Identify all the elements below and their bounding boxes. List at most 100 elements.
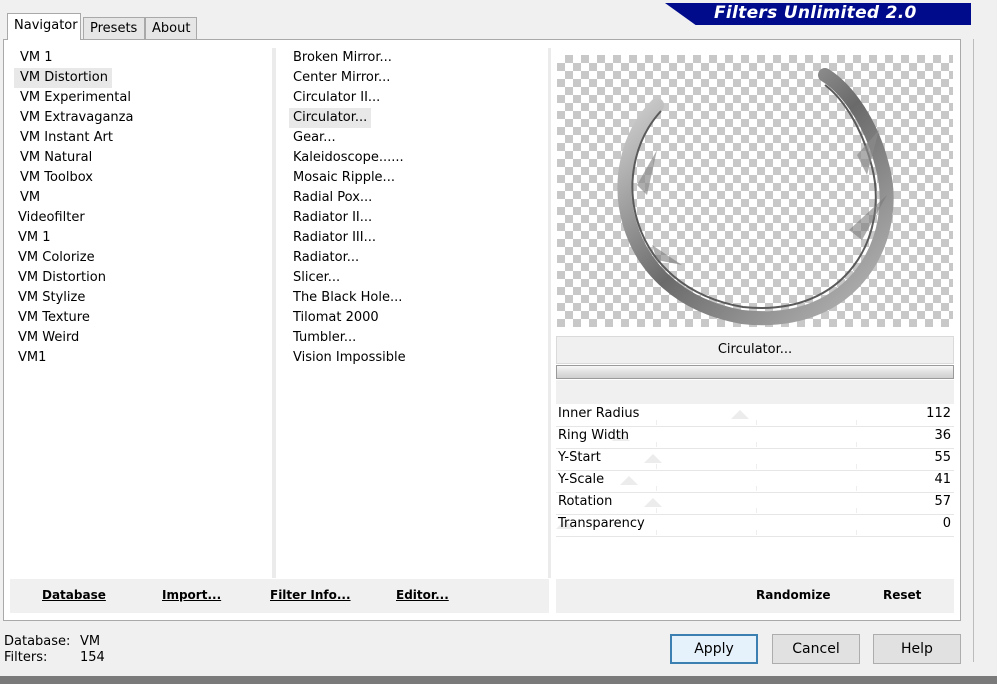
slider-tick — [856, 464, 857, 469]
apply-button[interactable]: Apply — [670, 634, 758, 664]
filter-item[interactable]: Tumbler... — [289, 328, 545, 348]
slider-tick — [656, 508, 657, 513]
filter-item[interactable]: Radial Pox... — [289, 188, 545, 208]
category-item[interactable]: VM Distortion — [14, 268, 270, 288]
filter-item[interactable]: Mosaic Ripple... — [289, 168, 545, 188]
param-row[interactable]: Inner Radius 112 — [556, 404, 954, 427]
param-value: 112 — [926, 406, 951, 421]
filter-item[interactable]: Circulator II... — [289, 88, 545, 108]
slider-tick — [756, 508, 757, 513]
category-item[interactable]: VM Instant Art — [14, 128, 270, 148]
database-status-label: Database: — [4, 634, 71, 649]
randomize-button[interactable]: Randomize — [756, 588, 830, 602]
param-name: Ring Width — [558, 428, 630, 443]
circulator-preview-image — [617, 68, 894, 326]
filter-item[interactable]: Kaleidoscope...... — [289, 148, 545, 168]
preview-canvas[interactable] — [557, 55, 953, 327]
param-value: 36 — [934, 428, 951, 443]
editor-button[interactable]: Editor... — [396, 588, 449, 602]
tab-about[interactable]: About — [145, 17, 197, 39]
filter-info-button[interactable]: Filter Info... — [270, 588, 351, 602]
slider-thumb[interactable] — [644, 498, 662, 507]
param-header-area — [556, 380, 954, 404]
filter-item[interactable]: The Black Hole... — [289, 288, 545, 308]
param-value: 41 — [934, 472, 951, 487]
slider-tick — [656, 530, 657, 535]
slider-thumb[interactable] — [644, 454, 662, 463]
tab-presets[interactable]: Presets — [83, 17, 145, 39]
progress-bar — [556, 365, 954, 379]
slider-tick — [856, 442, 857, 447]
param-row[interactable]: Ring Width 36 — [556, 426, 954, 449]
title-banner-text: Filters Unlimited 2.0 — [714, 3, 917, 23]
slider-tick — [756, 442, 757, 447]
category-item[interactable]: VM Stylize — [14, 288, 270, 308]
category-item[interactable]: VM Extravaganza — [14, 108, 270, 128]
param-row[interactable]: Transparency 0 — [556, 514, 954, 537]
slider-tick — [856, 486, 857, 491]
category-item[interactable]: VM1 — [14, 348, 270, 368]
category-item[interactable]: VM Experimental — [14, 88, 270, 108]
slider-tick — [856, 530, 857, 535]
slider-tick — [656, 486, 657, 491]
cancel-button[interactable]: Cancel — [772, 634, 860, 664]
category-list[interactable]: VM 1 VM Distortion VM Experimental VM Extra… — [14, 48, 270, 368]
window-edge — [961, 39, 974, 662]
panel-divider — [548, 48, 551, 578]
category-item[interactable]: VM — [14, 188, 270, 208]
ring-shape — [617, 68, 894, 326]
slider-thumb[interactable] — [731, 410, 749, 419]
category-item[interactable]: VM Colorize — [14, 248, 270, 268]
param-row[interactable]: Y-Start 55 — [556, 448, 954, 471]
param-value: 57 — [934, 494, 951, 509]
category-item[interactable]: VM 1 — [14, 228, 270, 248]
filter-item[interactable]: Center Mirror... — [289, 68, 545, 88]
slider-thumb[interactable] — [620, 476, 638, 485]
filter-list[interactable]: Broken Mirror... Center Mirror... Circulat… — [289, 48, 545, 368]
help-button[interactable]: Help — [873, 634, 961, 664]
slider-tick — [756, 530, 757, 535]
filter-item[interactable]: Radiator II... — [289, 208, 545, 228]
filter-item[interactable]: Broken Mirror... — [289, 48, 545, 68]
param-value: 0 — [942, 516, 951, 531]
param-name: Y-Scale — [558, 472, 605, 487]
filter-item[interactable]: Vision Impossible — [289, 348, 545, 368]
category-item[interactable]: VM Natural — [14, 148, 270, 168]
param-name: Inner Radius — [558, 406, 640, 421]
filters-count-value: 154 — [80, 650, 105, 665]
filter-item[interactable]: Tilomat 2000 — [289, 308, 545, 328]
category-item[interactable]: VM Texture — [14, 308, 270, 328]
category-item[interactable]: VM 1 — [14, 48, 270, 68]
background-strip — [0, 676, 997, 684]
category-item[interactable]: VM Toolbox — [14, 168, 270, 188]
tab-navigator[interactable]: Navigator — [7, 13, 81, 40]
import-button[interactable]: Import... — [162, 588, 221, 602]
slider-tick — [656, 420, 657, 425]
slider-tick — [756, 486, 757, 491]
slider-tick — [656, 442, 657, 447]
filter-item[interactable]: Radiator... — [289, 248, 545, 268]
param-name: Y-Start — [558, 450, 601, 465]
filter-item[interactable]: Gear... — [289, 128, 545, 148]
filter-name-label: Circulator... — [556, 336, 954, 364]
slider-tick — [756, 420, 757, 425]
category-item[interactable]: Videofilter — [14, 208, 270, 228]
ring-inner-edge — [631, 84, 877, 309]
list-divider[interactable] — [272, 48, 276, 578]
reset-button[interactable]: Reset — [883, 588, 921, 602]
filter-item[interactable]: Radiator III... — [289, 228, 545, 248]
slider-tick — [756, 464, 757, 469]
category-item[interactable]: VM Weird — [14, 328, 270, 348]
param-value: 55 — [934, 450, 951, 465]
param-row[interactable]: Rotation 57 — [556, 492, 954, 515]
param-row[interactable]: Y-Scale 41 — [556, 470, 954, 493]
category-item[interactable]: VM Distortion — [14, 68, 112, 88]
database-status-value: VM — [80, 634, 101, 649]
database-button[interactable]: Database — [42, 588, 106, 602]
slider-tick — [856, 420, 857, 425]
param-name: Transparency — [558, 516, 645, 531]
filters-count-label: Filters: — [4, 650, 48, 665]
filter-item[interactable]: Circulator... — [289, 108, 372, 128]
slider-tick — [856, 508, 857, 513]
filter-item[interactable]: Slicer... — [289, 268, 545, 288]
